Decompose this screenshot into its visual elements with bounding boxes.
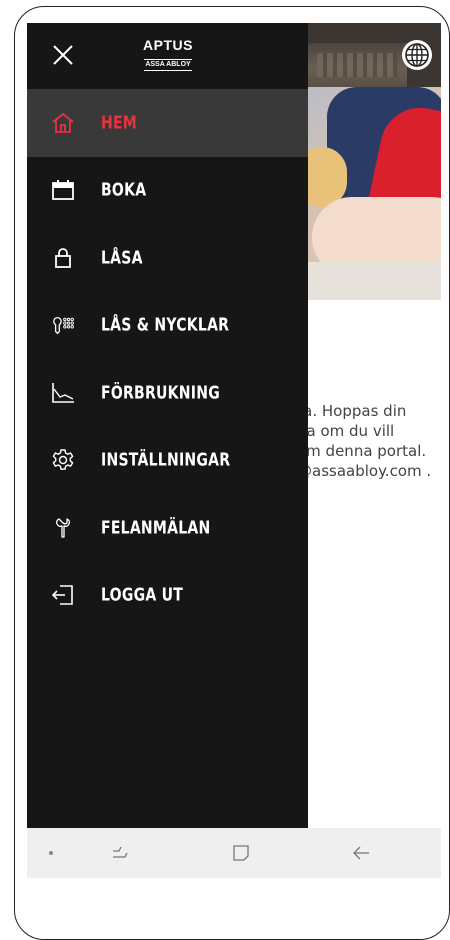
- menu-item-installningar[interactable]: INSTÄLLNINGAR: [27, 427, 308, 495]
- menu-item-felanmalan[interactable]: FELANMÄLAN: [27, 494, 308, 562]
- welcome-text-line: ra. Hoppas din: [297, 402, 407, 420]
- menu-item-forbrukning[interactable]: FÖRBRUKNING: [27, 359, 308, 427]
- menu-item-lasa[interactable]: LÅSA: [27, 224, 308, 292]
- menu-item-label: LOGGA UT: [101, 584, 184, 606]
- welcome-text-line: da om du vill: [297, 422, 395, 440]
- nav-dot-indicator: [49, 851, 53, 855]
- consumption-chart-icon: [51, 381, 75, 405]
- menu-item-label: LÅS & NYCKLAR: [101, 314, 230, 336]
- lock-icon: [51, 246, 75, 270]
- home-button-icon[interactable]: [229, 841, 253, 865]
- logo-main-text: APTUS: [143, 37, 193, 53]
- recent-apps-icon[interactable]: [109, 841, 133, 865]
- close-icon[interactable]: [51, 43, 75, 67]
- logo-sub-text: ASSA ABLOY: [144, 59, 192, 71]
- menu-item-label: HEM: [101, 112, 138, 134]
- wrench-icon: [51, 516, 75, 540]
- key-keypad-icon: [51, 313, 75, 337]
- menu-item-hem[interactable]: HEM: [27, 89, 308, 157]
- menu-item-las-nycklar[interactable]: LÅS & NYCKLAR: [27, 292, 308, 360]
- menu-item-label: INSTÄLLNINGAR: [101, 449, 231, 471]
- navigation-drawer: APTUS ASSA ABLOY HEM BOKA LÅSA LÅS & NYC…: [27, 23, 308, 828]
- drawer-header: APTUS ASSA ABLOY: [27, 23, 308, 87]
- home-icon: [51, 111, 75, 135]
- menu-item-label: FELANMÄLAN: [101, 517, 211, 539]
- header-banner-image: [307, 43, 407, 87]
- system-navigation-bar: [27, 828, 441, 878]
- calendar-icon: [51, 178, 75, 202]
- drawer-menu: HEM BOKA LÅSA LÅS & NYCKLAR FÖRBRUKNING …: [27, 89, 308, 629]
- gear-icon: [51, 448, 75, 472]
- globe-icon[interactable]: [402, 40, 432, 70]
- welcome-text-line: @assaabloy.com .: [297, 462, 432, 480]
- menu-item-label: BOKA: [101, 179, 147, 201]
- menu-item-label: FÖRBRUKNING: [101, 382, 220, 404]
- aptus-logo: APTUS ASSA ABLOY: [138, 38, 198, 71]
- menu-item-boka[interactable]: BOKA: [27, 157, 308, 225]
- screen: ra. Hoppas din da om du vill om denna po…: [27, 23, 441, 878]
- welcome-text: ra. Hoppas din da om du vill om denna po…: [297, 401, 441, 481]
- logout-icon: [51, 583, 75, 607]
- back-arrow-icon[interactable]: [349, 841, 373, 865]
- menu-item-label: LÅSA: [101, 247, 143, 269]
- menu-item-logga-ut[interactable]: LOGGA UT: [27, 562, 308, 630]
- welcome-text-line: om denna portal.: [297, 442, 427, 460]
